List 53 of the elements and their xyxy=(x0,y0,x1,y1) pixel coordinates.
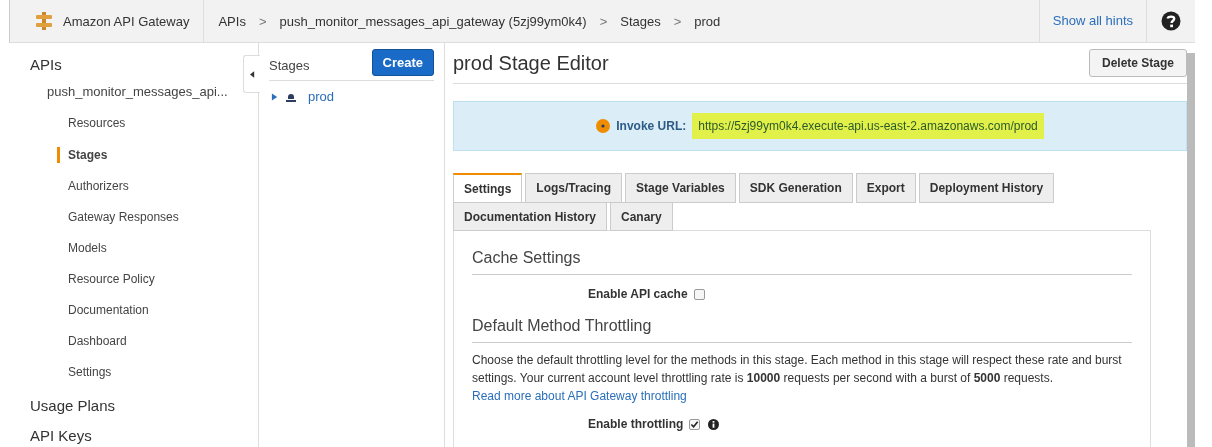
sidebar-item[interactable]: Documentation xyxy=(57,299,217,330)
stage-icon xyxy=(285,91,297,102)
tab[interactable]: SDK Generation xyxy=(738,173,853,203)
section-heading: Cache Settings xyxy=(472,239,1132,275)
info-icon[interactable] xyxy=(708,418,720,430)
field-label: Enable throttling xyxy=(588,417,684,431)
sidebar-item[interactable]: Settings xyxy=(57,361,217,392)
breadcrumb-separator: > xyxy=(673,13,682,29)
stages-title: Stages xyxy=(269,57,310,73)
breadcrumb-separator: > xyxy=(258,13,267,29)
tab[interactable]: Deployment History xyxy=(918,173,1055,203)
service-name[interactable]: Amazon API Gateway xyxy=(63,13,190,29)
sidebar-item[interactable]: Authorizers xyxy=(57,175,217,206)
breadcrumb-link[interactable]: prod xyxy=(694,13,721,29)
tab[interactable]: Export xyxy=(855,173,916,203)
tab[interactable]: Stage Variables xyxy=(625,173,736,203)
stage-link[interactable]: prod xyxy=(308,89,335,104)
gateway-logo-icon xyxy=(34,11,54,31)
scrollbar[interactable] xyxy=(1187,53,1195,447)
sidebar-item[interactable]: Resource Policy xyxy=(57,268,217,299)
checkbox[interactable] xyxy=(693,288,705,300)
create-button[interactable]: Create xyxy=(371,49,434,76)
expand-icon[interactable] xyxy=(271,92,278,101)
checkbox[interactable] xyxy=(689,418,701,430)
field-label: Enable API cache xyxy=(588,287,688,301)
breadcrumb-link[interactable]: push_monitor_messages_api_gateway (5zj99ym0k4) xyxy=(279,13,587,29)
tab[interactable]: Documentation History xyxy=(453,202,607,231)
sidebar-section[interactable]: Usage Plans xyxy=(30,394,116,422)
info-dot-icon xyxy=(596,119,611,133)
tab[interactable]: Logs/Tracing xyxy=(525,173,623,203)
breadcrumb-link[interactable]: Stages xyxy=(620,13,661,29)
invoke-url-label: Invoke URL: xyxy=(616,119,687,133)
section-heading: Default Method Throttling xyxy=(472,307,1132,343)
sidebar-item[interactable]: Dashboard xyxy=(57,330,217,361)
sidebar-item[interactable]: Stages xyxy=(57,147,217,163)
breadcrumb-separator: > xyxy=(599,13,608,29)
description-text: Choose the default throttling level for the methods in this stage. Each method in this stage will respect these rate and burst settings. Your current account level throttling rate is 10000 requests per second with a burst of 5000 requests. Read more about API Gateway throttling xyxy=(472,352,1123,405)
read-more-link[interactable]: Read more about API Gateway throttling xyxy=(472,389,687,403)
sidebar-section[interactable]: APIs xyxy=(30,53,62,81)
delete-stage-button[interactable]: Delete Stage xyxy=(1088,49,1187,77)
tab[interactable]: Settings xyxy=(453,173,523,203)
breadcrumb-link[interactable]: APIs xyxy=(218,13,246,29)
sidebar-section[interactable]: API Keys xyxy=(30,424,92,447)
editor-title: prod Stage Editor xyxy=(453,51,609,75)
help-icon[interactable] xyxy=(1161,11,1181,31)
sidebar-item[interactable]: Resources xyxy=(57,112,217,143)
invoke-url-link[interactable]: https://5zj99ym0k4.execute-api.us-east-2.amazonaws.com/prod xyxy=(692,113,1044,139)
show-hints-link[interactable]: Show all hints xyxy=(1038,0,1146,42)
api-name[interactable]: push_monitor_messages_api... xyxy=(47,81,228,112)
sidebar-item[interactable]: Models xyxy=(57,237,217,268)
tab[interactable]: Canary xyxy=(610,202,673,231)
collapse-arrow-icon[interactable] xyxy=(249,70,255,78)
sidebar-item[interactable]: Gateway Responses xyxy=(57,206,217,237)
